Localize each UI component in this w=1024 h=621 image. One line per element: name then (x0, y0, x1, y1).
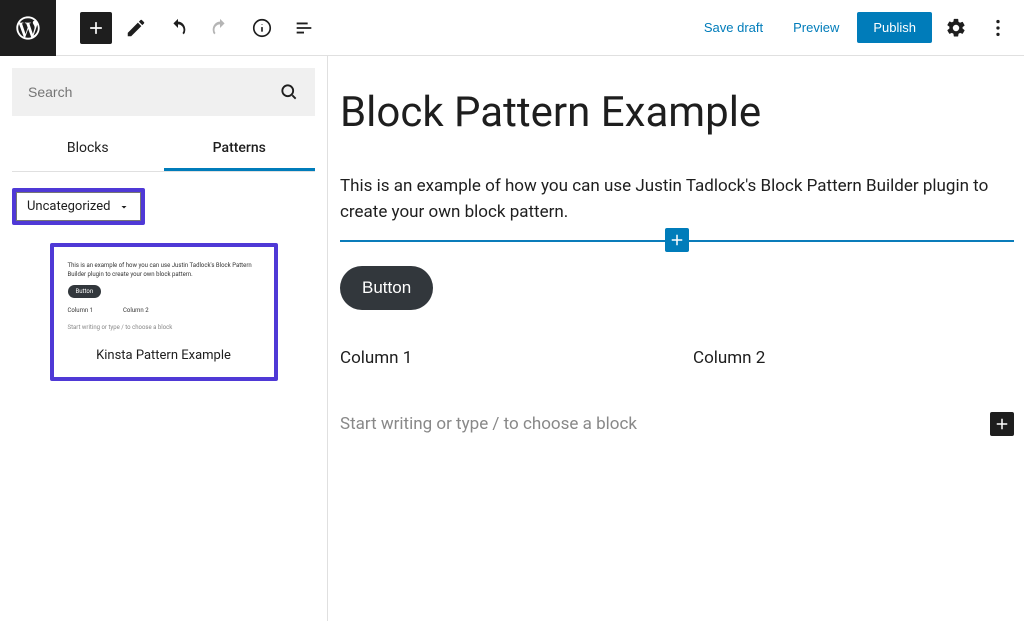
thumb-col2: Column 2 (123, 306, 149, 315)
save-draft-button[interactable]: Save draft (692, 12, 775, 43)
block-inserter-sidebar: Blocks Patterns Uncategorized This is an… (0, 56, 328, 621)
column-2[interactable]: Column 2 (693, 348, 1014, 368)
add-block-button[interactable] (80, 12, 112, 44)
pattern-caption: Kinsta Pattern Example (62, 338, 266, 369)
plus-icon (668, 231, 686, 249)
annotation-category-highlight: Uncategorized (12, 188, 145, 225)
annotation-pattern-highlight: This is an example of how you can use Ju… (50, 243, 278, 381)
info-button[interactable] (244, 10, 280, 46)
editor-canvas[interactable]: Block Pattern Example This is an example… (328, 56, 1024, 621)
wordpress-logo[interactable] (0, 0, 56, 56)
search-input[interactable] (28, 84, 279, 100)
undo-icon (167, 17, 189, 39)
wordpress-icon (14, 14, 42, 42)
tab-blocks[interactable]: Blocks (12, 128, 164, 171)
settings-button[interactable] (938, 10, 974, 46)
gear-icon (945, 17, 967, 39)
thumb-placeholder: Start writing or type / to choose a bloc… (68, 323, 260, 332)
info-icon (251, 17, 273, 39)
inserter-tabs: Blocks Patterns (12, 128, 315, 172)
publish-button[interactable]: Publish (857, 12, 932, 43)
undo-button[interactable] (160, 10, 196, 46)
appender-placeholder: Start writing or type / to choose a bloc… (340, 414, 637, 434)
editor-body: Blocks Patterns Uncategorized This is an… (0, 56, 1024, 621)
pattern-category-dropdown[interactable]: Uncategorized (16, 192, 141, 221)
plus-icon (993, 415, 1011, 433)
pattern-preview-card[interactable]: This is an example of how you can use Ju… (54, 247, 274, 377)
search-icon (279, 82, 299, 102)
chevron-down-icon (118, 201, 130, 213)
paragraph-block[interactable]: This is an example of how you can use Ju… (340, 173, 1014, 226)
more-vertical-icon (987, 17, 1009, 39)
column-1[interactable]: Column 1 (340, 348, 661, 368)
toolbar-right-group: Save draft Preview Publish (692, 10, 1024, 46)
outline-icon (293, 17, 315, 39)
thumb-col1: Column 1 (68, 306, 94, 315)
appender-add-button[interactable] (990, 412, 1014, 436)
more-options-button[interactable] (980, 10, 1016, 46)
inline-add-block-button[interactable] (665, 228, 689, 252)
tab-patterns[interactable]: Patterns (164, 128, 316, 171)
preview-button[interactable]: Preview (781, 12, 851, 43)
thumb-button: Button (68, 285, 102, 298)
edit-mode-button[interactable] (118, 10, 154, 46)
block-insertion-point (340, 240, 1014, 242)
plus-icon (86, 18, 106, 38)
toolbar-left-group (56, 10, 322, 46)
redo-button[interactable] (202, 10, 238, 46)
default-block-appender[interactable]: Start writing or type / to choose a bloc… (340, 412, 1014, 436)
columns-block[interactable]: Column 1 Column 2 (340, 348, 1014, 368)
thumb-paragraph: This is an example of how you can use Ju… (68, 261, 260, 279)
post-title[interactable]: Block Pattern Example (340, 88, 1014, 137)
redo-icon (209, 17, 231, 39)
block-search-box[interactable] (12, 68, 315, 116)
editor-top-toolbar: Save draft Preview Publish (0, 0, 1024, 56)
button-block[interactable]: Button (340, 266, 433, 310)
pattern-thumbnail: This is an example of how you can use Ju… (62, 255, 266, 338)
pencil-icon (125, 17, 147, 39)
outline-button[interactable] (286, 10, 322, 46)
dropdown-label: Uncategorized (27, 199, 110, 214)
